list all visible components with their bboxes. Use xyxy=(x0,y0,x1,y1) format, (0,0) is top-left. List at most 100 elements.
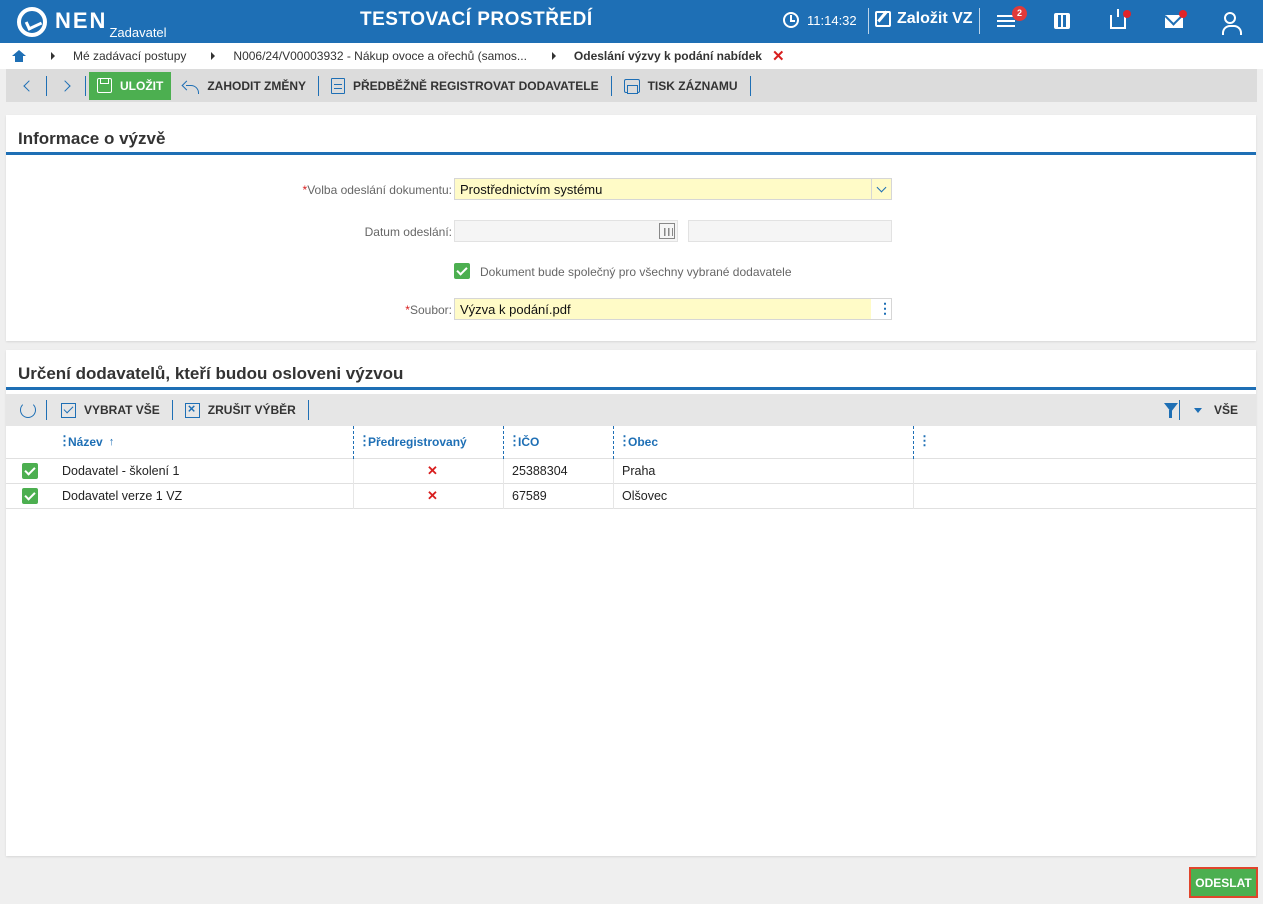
send-time-input[interactable] xyxy=(688,220,892,242)
chevron-down-icon[interactable] xyxy=(871,179,891,199)
save-button[interactable]: ULOŽIT xyxy=(89,71,172,100)
toolbar-divider xyxy=(610,75,612,96)
inbox-alert-dot xyxy=(1123,10,1131,18)
home-icon[interactable] xyxy=(12,50,26,62)
caret-down-icon xyxy=(1193,407,1202,413)
row-checkbox-cell xyxy=(6,484,54,509)
column-label: Název xyxy=(68,435,103,449)
clock-icon xyxy=(783,12,799,28)
user-icon[interactable] xyxy=(1222,12,1242,35)
select-all-button[interactable]: VYBRAT VŠE xyxy=(55,402,166,418)
view-label: VŠE xyxy=(1213,403,1238,417)
info-panel-title: Informace o výzvě xyxy=(6,115,1256,155)
printer-icon xyxy=(623,78,640,94)
grid-toolbar: VYBRAT VŠE ZRUŠIT VÝBĚR VŠE xyxy=(6,394,1256,426)
column-label: IČO xyxy=(518,435,540,449)
header-divider xyxy=(868,8,869,34)
column-header-preregistered[interactable]: Předregistrovaný xyxy=(354,425,504,459)
header-checkbox-cell xyxy=(6,426,54,459)
file-value: Výzva k podání.pdf xyxy=(460,302,571,317)
suppliers-panel-title: Určení dodavatelů, kteří budou osloveni … xyxy=(6,350,1256,390)
clear-selection-icon xyxy=(184,401,200,418)
logo-text: NEN xyxy=(55,8,108,33)
column-header-city[interactable]: Obec xyxy=(614,425,914,459)
create-vz-label: Založit VZ xyxy=(897,10,973,27)
select-all-icon xyxy=(61,402,76,418)
send-option-row: *Volba odeslání dokumentu: Prostřednictv… xyxy=(6,178,1256,202)
forward-arrow-icon[interactable] xyxy=(59,78,75,94)
breadcrumb-item[interactable]: Mé zadávací postupy xyxy=(73,49,186,63)
logo-icon xyxy=(17,7,47,37)
more-options-icon[interactable] xyxy=(871,299,892,319)
refresh-icon[interactable] xyxy=(20,402,36,418)
toolbar-divider xyxy=(1178,400,1180,420)
cell-preregistered: ✕ xyxy=(354,483,504,509)
common-document-row: Dokument bude společný pro všechny vybra… xyxy=(6,262,1256,286)
table-row[interactable]: Dodavatel - školení 1 ✕ 25388304 Praha xyxy=(6,458,1256,484)
cell-ico: 25388304 xyxy=(504,458,614,484)
cell-name: Dodavatel - školení 1 xyxy=(54,458,354,484)
time-value: 11:14:32 xyxy=(807,12,857,28)
save-icon xyxy=(97,78,112,93)
nen-logo[interactable]: NEN Zadavatel xyxy=(17,5,167,40)
print-record-button[interactable]: TISK ZÁZNAMU xyxy=(618,78,744,94)
cross-icon: ✕ xyxy=(427,463,438,478)
breadcrumb-separator-icon xyxy=(211,52,216,60)
column-label: Obec xyxy=(628,435,659,449)
column-header-ico[interactable]: IČO xyxy=(504,425,614,459)
breadcrumb: Mé zadávací postupy N006/24/V00003932 - … xyxy=(0,43,1263,69)
toolbar-divider xyxy=(85,75,86,96)
send-option-value: Prostřednictvím systému xyxy=(460,182,603,197)
suppliers-panel: Určení dodavatelů, kteří budou osloveni … xyxy=(6,350,1256,856)
cell-city: Olšovec xyxy=(614,483,914,509)
top-header: NEN Zadavatel TESTOVACÍ PROSTŘEDÍ 11:14:… xyxy=(0,0,1263,43)
calendar-icon[interactable] xyxy=(659,223,675,239)
discard-changes-button[interactable]: ZAHODIT ZMĚNY xyxy=(177,78,312,94)
breadcrumb-separator-icon xyxy=(51,52,55,60)
back-arrow-icon[interactable] xyxy=(20,78,36,94)
preregister-supplier-button[interactable]: PŘEDBĚŽNĚ REGISTROVAT DODAVATELE xyxy=(325,77,605,94)
header-divider xyxy=(979,8,980,34)
view-selector[interactable]: VŠE xyxy=(1173,394,1256,426)
close-tab-icon[interactable]: ✕ xyxy=(772,47,785,65)
environment-title: TESTOVACÍ PROSTŘEDÍ xyxy=(360,9,593,30)
send-button[interactable]: ODESLAT xyxy=(1189,867,1258,898)
calculator-icon[interactable] xyxy=(1054,13,1070,29)
file-label: *Soubor: xyxy=(405,303,452,317)
table-header: Název ↑ Předregistrovaný IČO Obec xyxy=(6,425,1256,459)
toolbar-divider xyxy=(318,75,319,96)
common-document-label: Dokument bude společný pro všechny vybra… xyxy=(480,265,792,279)
column-header-name[interactable]: Název ↑ xyxy=(54,425,354,459)
notification-badge: 2 xyxy=(1012,6,1027,21)
row-checkbox[interactable] xyxy=(22,488,38,504)
toolbar-divider xyxy=(46,75,47,96)
send-date-row: Datum odeslání: xyxy=(6,220,1256,244)
mail-alert-dot xyxy=(1179,10,1187,18)
toolbar-divider xyxy=(749,75,751,96)
toolbar-divider xyxy=(307,400,309,420)
breadcrumb-separator-icon xyxy=(551,52,556,60)
print-label: TISK ZÁZNAMU xyxy=(647,78,738,93)
toolbar-divider xyxy=(46,400,47,420)
column-header-filler xyxy=(914,426,1256,459)
breadcrumb-item[interactable]: N006/24/V00003932 - Nákup ovoce a ořechů… xyxy=(233,49,527,63)
common-document-checkbox[interactable] xyxy=(454,263,470,279)
send-option-select[interactable]: Prostřednictvím systému xyxy=(454,178,892,200)
clear-selection-label: ZRUŠIT VÝBĚR xyxy=(207,403,296,417)
document-icon xyxy=(331,77,345,94)
clear-selection-button[interactable]: ZRUŠIT VÝBĚR xyxy=(179,401,302,418)
discard-label: ZAHODIT ZMĚNY xyxy=(207,78,306,93)
create-vz-button[interactable]: Založit VZ xyxy=(875,10,973,28)
cell-filler xyxy=(914,484,1256,509)
session-time: 11:14:32 xyxy=(783,12,857,28)
table-row[interactable]: Dodavatel verze 1 VZ ✕ 67589 Olšovec xyxy=(6,483,1256,509)
select-all-label: VYBRAT VŠE xyxy=(84,403,160,417)
cross-icon: ✕ xyxy=(427,488,438,503)
save-label: ULOŽIT xyxy=(120,78,164,93)
cell-filler xyxy=(914,459,1256,484)
edit-icon xyxy=(875,11,891,27)
preregister-label: PŘEDBĚŽNĚ REGISTROVAT DODAVATELE xyxy=(353,78,599,93)
row-checkbox[interactable] xyxy=(22,463,38,479)
file-field[interactable]: Výzva k podání.pdf xyxy=(454,298,892,320)
send-date-input[interactable] xyxy=(454,220,678,242)
